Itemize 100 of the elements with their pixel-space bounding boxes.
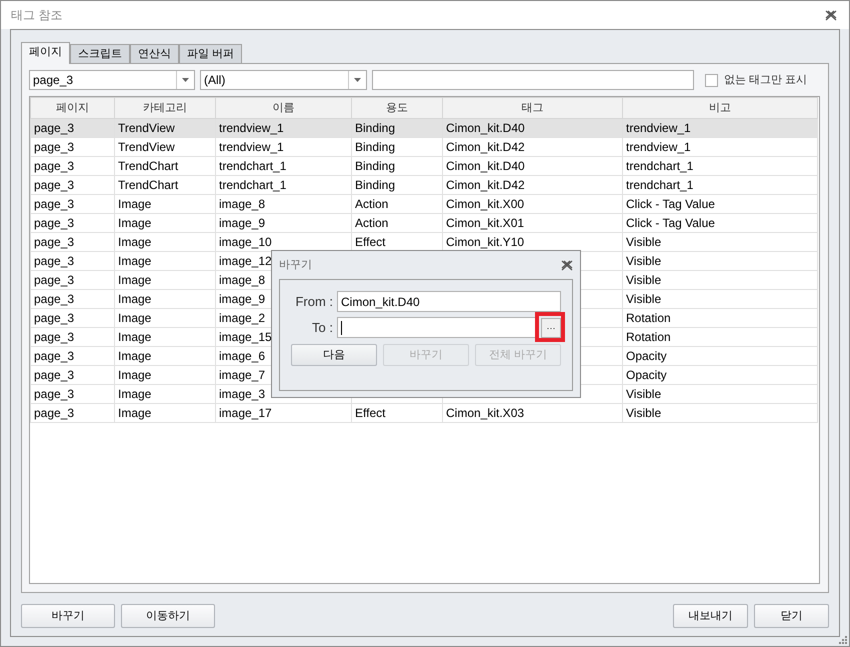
table-cell: TrendView [114, 138, 216, 156]
close-icon[interactable] [825, 10, 837, 20]
table-cell: page_3 [30, 328, 114, 346]
table-cell: page_3 [30, 270, 114, 290]
dropdown-arrow-icon [182, 78, 189, 82]
table-cell: page_3 [30, 138, 114, 156]
button[interactable]: 내보내기 [673, 604, 748, 628]
table-cell: page_3 [30, 118, 114, 138]
table-cell: Cimon_kit.D40 [442, 118, 622, 138]
table-cell: page_3 [30, 252, 114, 270]
table-cell: Image [114, 194, 216, 214]
table-cell: trendview_1 [216, 118, 352, 138]
table-cell: Binding [352, 176, 442, 194]
table-cell: Visible [622, 384, 818, 404]
button[interactable]: 바꾸기 [21, 604, 115, 628]
table-cell: trendchart_1 [216, 156, 352, 176]
table-cell: Cimon_kit.X03 [442, 404, 622, 422]
table-cell: page_3 [30, 290, 114, 308]
checkbox[interactable] [705, 74, 718, 86]
close-icon[interactable] [561, 260, 573, 270]
button[interactable]: 이동하기 [121, 604, 215, 628]
table-cell: Cimon_kit.X01 [442, 214, 622, 232]
table-cell: Image [114, 328, 216, 346]
table-cell: trendchart_1 [216, 176, 352, 194]
table-cell: Click - Tag Value [622, 194, 818, 214]
table-cell: Action [352, 194, 442, 214]
table-cell: TrendChart [114, 156, 216, 176]
table-cell: trendview_1 [622, 118, 818, 138]
dropdown[interactable]: (All) [200, 70, 367, 90]
tab[interactable]: 파일 버퍼 [179, 44, 242, 63]
table-cell: Cimon_kit.D42 [442, 138, 622, 156]
table-cell: Image [114, 232, 216, 252]
table-cell: page_3 [30, 366, 114, 384]
tab[interactable]: 연산식 [130, 44, 179, 63]
search-field[interactable] [372, 70, 694, 90]
table-cell: Cimon_kit.D40 [442, 156, 622, 176]
table-cell: page_3 [30, 384, 114, 404]
table-cell: Visible [622, 270, 818, 290]
table-cell: Rotation [622, 308, 818, 328]
table-cell: Binding [352, 118, 442, 138]
text-caret [341, 320, 342, 334]
table-cell: Image [114, 270, 216, 290]
column-header[interactable]: 이름 [216, 98, 352, 118]
table-cell: image_8 [216, 194, 352, 214]
table-cell: page_3 [30, 346, 114, 366]
column-header[interactable]: 카테고리 [114, 98, 216, 118]
table-cell: Image [114, 214, 216, 232]
column-header[interactable]: 용도 [352, 98, 442, 118]
table-cell: image_9 [216, 214, 352, 232]
dropdown[interactable]: page_3 [29, 70, 195, 90]
column-header[interactable]: 태그 [442, 98, 622, 118]
input-field[interactable]: Cimon_kit.D40 [337, 291, 561, 312]
table-cell: Visible [622, 232, 818, 252]
table-cell: Opacity [622, 346, 818, 366]
column-header[interactable]: 비고 [622, 98, 818, 118]
table-cell: Image [114, 290, 216, 308]
table-cell: TrendView [114, 118, 216, 138]
table-cell: Click - Tag Value [622, 214, 818, 232]
tab[interactable]: 페이지 [21, 42, 70, 64]
field-label: From : [294, 292, 333, 311]
table-cell: page_3 [30, 176, 114, 194]
table-cell: TrendChart [114, 176, 216, 194]
table-cell: trendchart_1 [622, 156, 818, 176]
browse-button[interactable]: ··· [541, 318, 561, 338]
table-cell: Effect [352, 404, 442, 422]
button[interactable]: 닫기 [754, 604, 829, 628]
table-cell: Image [114, 346, 216, 366]
table-cell: trendview_1 [216, 138, 352, 156]
table-cell: Image [114, 308, 216, 328]
table-cell: Cimon_kit.D42 [442, 176, 622, 194]
table-cell: page_3 [30, 156, 114, 176]
table-cell: Visible [622, 290, 818, 308]
column-header[interactable]: 페이지 [30, 98, 114, 118]
table-cell: page_3 [30, 308, 114, 328]
table-cell: Visible [622, 252, 818, 270]
table-cell: Image [114, 384, 216, 404]
table-cell: Image [114, 404, 216, 422]
button[interactable]: 다음 [291, 344, 377, 366]
table-cell: Visible [622, 404, 818, 422]
table-cell: Image [114, 366, 216, 384]
table-cell: image_17 [216, 404, 352, 422]
table-cell: Binding [352, 156, 442, 176]
table-cell: Binding [352, 138, 442, 156]
input-field[interactable] [337, 317, 537, 338]
table-cell: page_3 [30, 194, 114, 214]
table-cell: page_3 [30, 214, 114, 232]
table-cell: Cimon_kit.X00 [442, 194, 622, 214]
table-cell: page_3 [30, 232, 114, 252]
dropdown-arrow-icon [354, 78, 361, 82]
table-cell: Opacity [622, 366, 818, 384]
table-cell: Action [352, 214, 442, 232]
table-cell: page_3 [30, 404, 114, 422]
table-cell: Rotation [622, 328, 818, 346]
checkbox-label: 없는 태그만 표시 [724, 72, 808, 88]
table-cell: trendview_1 [622, 138, 818, 156]
resize-grip-icon[interactable] [838, 635, 847, 644]
table-cell: trendchart_1 [622, 176, 818, 194]
dialog-title: 바꾸기 [279, 258, 312, 273]
tab[interactable]: 스크립트 [70, 44, 130, 63]
table-cell: Image [114, 252, 216, 270]
